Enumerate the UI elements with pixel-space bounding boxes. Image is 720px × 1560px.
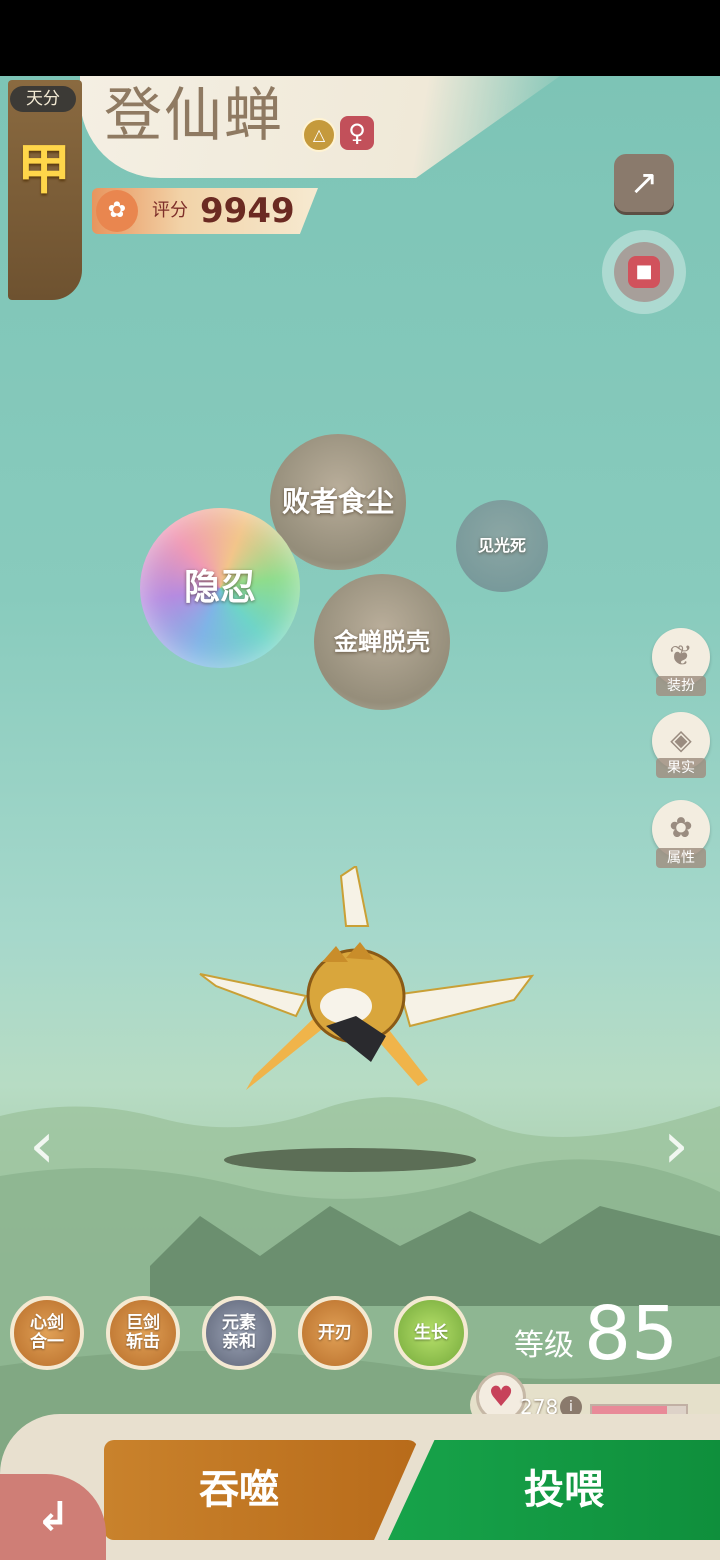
swallow-button[interactable]: 吞噬 xyxy=(104,1440,418,1540)
skill-button[interactable]: 开刃 xyxy=(298,1296,372,1370)
fruit-label: 果实 xyxy=(656,758,706,778)
attributes-label: 属性 xyxy=(656,848,706,868)
feed-button[interactable]: 投喂 xyxy=(388,1440,720,1540)
level-label: 等级 xyxy=(514,1328,574,1363)
score-label: 评分 xyxy=(152,200,188,221)
skill-button[interactable]: 生长 xyxy=(394,1296,468,1370)
element-triangle-icon[interactable]: △ xyxy=(302,118,336,152)
gender-female-icon: ♀ xyxy=(340,116,374,150)
trait-bubble[interactable]: 见光死 xyxy=(456,500,548,592)
level-value: 85 xyxy=(584,1291,679,1377)
creature-shadow xyxy=(224,1148,476,1172)
trait-bubble[interactable]: 金蝉脱壳 xyxy=(314,574,450,710)
costume-label: 装扮 xyxy=(656,676,706,696)
pet-name: 登仙蝉 xyxy=(104,81,285,149)
paw-icon: ✿ xyxy=(669,811,693,844)
trait-bubble-rainbow[interactable]: 隐忍 xyxy=(140,508,300,668)
skill-button[interactable]: 心剑合一 xyxy=(10,1296,84,1370)
share-button[interactable]: ↗ xyxy=(614,154,674,212)
butterfly-icon: ❦ xyxy=(669,639,693,672)
return-icon: ↲ xyxy=(36,1494,70,1540)
skill-button[interactable]: 巨剑斩击 xyxy=(106,1296,180,1370)
paw-icon: ✿ xyxy=(96,190,138,232)
skill-button[interactable]: 元素亲和 xyxy=(202,1296,276,1370)
score-value: 9949 xyxy=(200,191,295,231)
lock-icon: ■ xyxy=(628,256,660,288)
previous-pet-arrow-icon[interactable]: ‹ xyxy=(22,1106,62,1186)
next-pet-arrow-icon[interactable]: › xyxy=(656,1106,696,1186)
talent-grade: 甲 xyxy=(17,138,71,201)
talent-label: 天分 xyxy=(10,86,76,112)
fruit-icon: ◈ xyxy=(670,723,692,756)
share-icon: ↗ xyxy=(629,163,659,203)
pet-creature-sprite[interactable] xyxy=(196,866,536,1106)
